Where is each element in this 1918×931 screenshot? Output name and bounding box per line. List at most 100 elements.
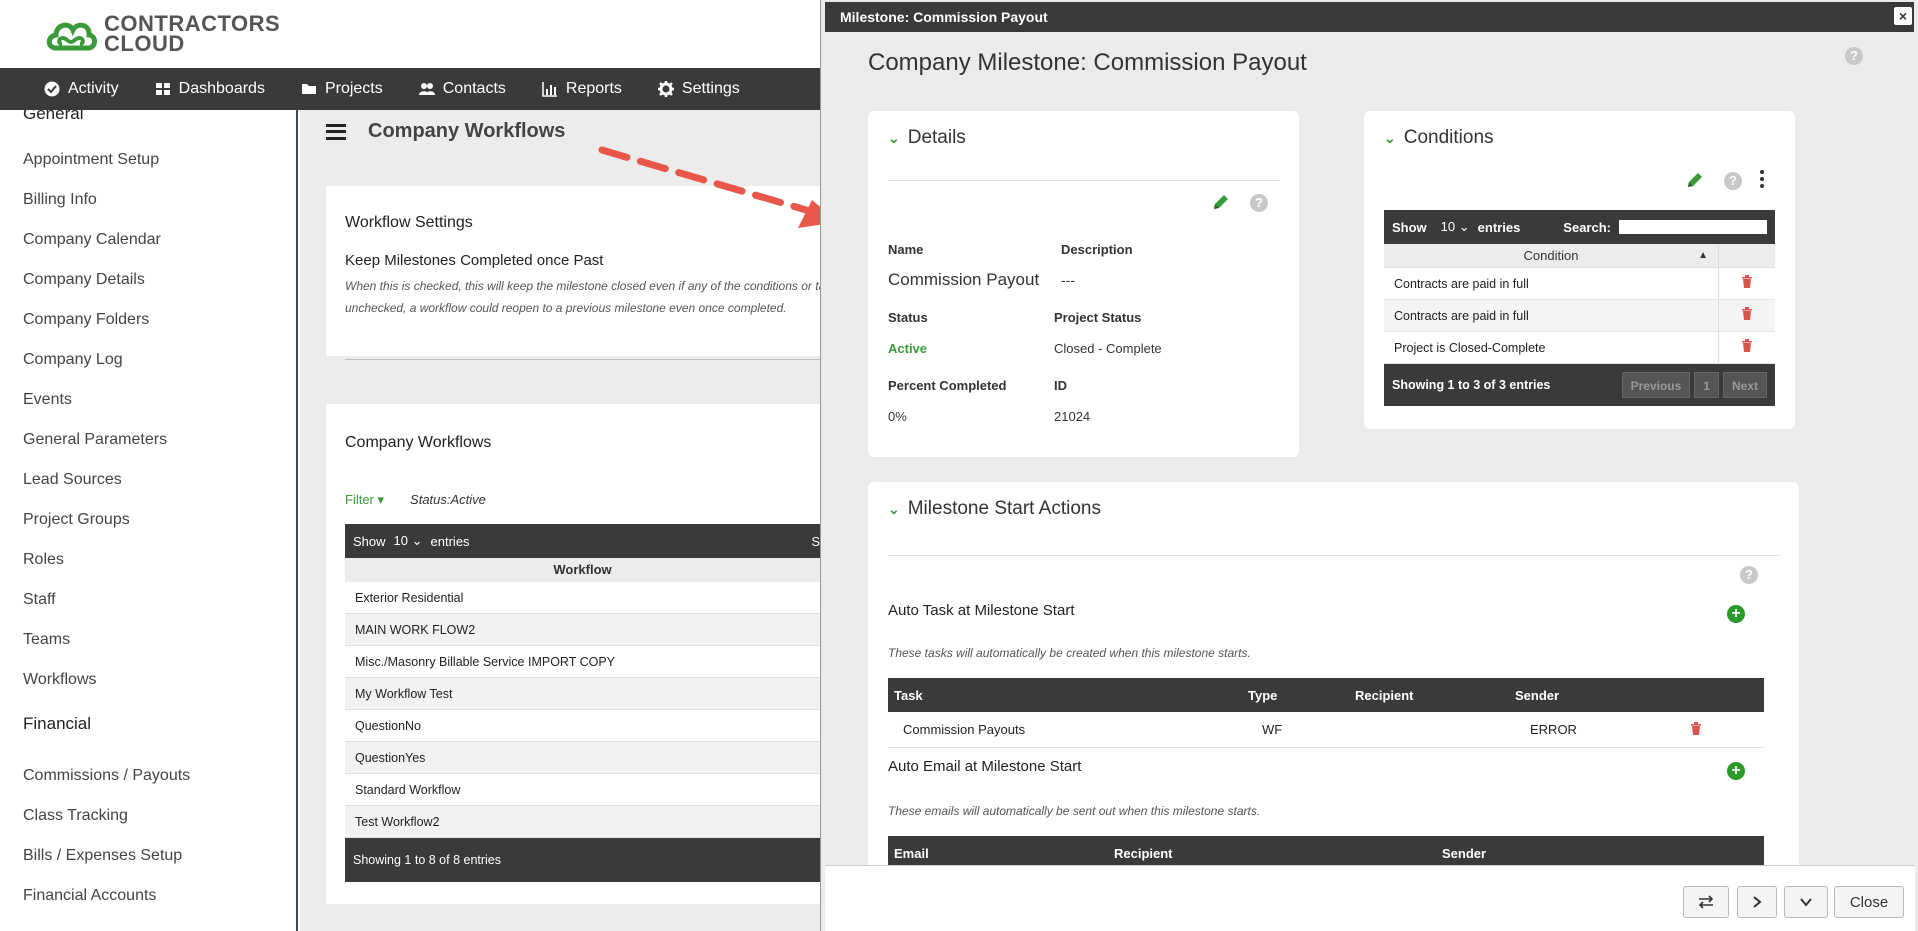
sidebar-item-events[interactable]: Events: [0, 380, 296, 420]
description-value: ---: [1061, 272, 1075, 288]
expand-button[interactable]: [1784, 886, 1828, 918]
modal-title: Milestone: Commission Payout: [840, 9, 1048, 25]
condition-column-header[interactable]: Condition ▲: [1384, 244, 1719, 267]
edit-pencil-icon[interactable]: [1686, 171, 1704, 189]
delete-icon[interactable]: [1719, 300, 1775, 331]
sidebar-item-project-groups[interactable]: Project Groups: [0, 500, 296, 540]
nav-activity-label: Activity: [68, 80, 119, 97]
page-1-button[interactable]: 1: [1694, 372, 1719, 398]
auto-email-heading: Auto Email at Milestone Start: [888, 758, 1082, 775]
page-size-select[interactable]: 10 ⌄: [394, 533, 423, 549]
search-input[interactable]: [1619, 220, 1767, 234]
logo-line2: CLOUD: [104, 31, 185, 56]
table-row[interactable]: Test Workflow2: [345, 806, 820, 838]
nav-reports[interactable]: Reports: [542, 80, 622, 98]
sidebar-item-class-tracking[interactable]: Class Tracking: [0, 796, 296, 836]
nav-projects-label: Projects: [324, 80, 383, 97]
sidebar-item-lead-sources[interactable]: Lead Sources: [0, 460, 296, 500]
chevron-down-icon: ⌄: [411, 533, 423, 548]
table-row[interactable]: Project is Closed-Complete: [1384, 332, 1775, 364]
workflow-column-header[interactable]: Workflow: [345, 558, 820, 582]
email-sender-column-header: Sender: [1442, 845, 1487, 861]
page-size-select[interactable]: 10 ⌄: [1441, 219, 1470, 235]
sort-ascending-icon: ▲: [1698, 250, 1708, 261]
details-title: Details: [907, 127, 966, 148]
close-icon[interactable]: ×: [1894, 7, 1912, 25]
email-column-header: Email: [894, 845, 929, 861]
conditions-table-toolbar: Show 10 ⌄ entries Search:: [1384, 210, 1775, 244]
delete-icon[interactable]: [1719, 268, 1775, 299]
sidebar-item-teams[interactable]: Teams: [0, 620, 296, 660]
description-label: Description: [1061, 242, 1133, 257]
swap-button[interactable]: [1683, 886, 1729, 918]
sidebar-item-financial-accounts[interactable]: Financial Accounts: [0, 876, 296, 916]
sidebar-item-company-log[interactable]: Company Log: [0, 340, 296, 380]
help-icon[interactable]: ?: [1724, 172, 1742, 190]
sidebar-item-company-details[interactable]: Company Details: [0, 260, 296, 300]
delete-icon[interactable]: [1690, 721, 1710, 738]
next-button[interactable]: [1737, 886, 1777, 918]
conditions-toggle[interactable]: ⌄ Conditions: [1384, 127, 1494, 149]
table-row[interactable]: Commission Payouts WF ERROR: [888, 712, 1764, 748]
sidebar-item-billing-info[interactable]: Billing Info: [0, 180, 296, 220]
tasks-table: Task Type Recipient Sender Commission Pa…: [888, 678, 1764, 748]
table-row[interactable]: QuestionYes: [345, 742, 820, 774]
sidebar-item-workflows[interactable]: Workflows: [0, 660, 296, 700]
modal-titlebar: Milestone: Commission Payout ×: [825, 2, 1914, 32]
help-icon[interactable]: ?: [1740, 566, 1758, 584]
sidebar-item-commissions-payouts[interactable]: Commissions / Payouts: [0, 756, 296, 796]
filter-dropdown[interactable]: Filter ▾: [345, 492, 384, 508]
task-type: WF: [1262, 722, 1283, 737]
table-row[interactable]: Contracts are paid in full: [1384, 268, 1775, 300]
contractors-cloud-logo[interactable]: CONTRACTORS CLOUD: [44, 13, 280, 56]
start-actions-toggle[interactable]: ⌄ Milestone Start Actions: [888, 498, 1101, 520]
sidebar-item-roles[interactable]: Roles: [0, 540, 296, 580]
sidebar-item-company-calendar[interactable]: Company Calendar: [0, 220, 296, 260]
hamburger-menu-icon[interactable]: [326, 123, 346, 140]
delete-icon[interactable]: [1719, 332, 1775, 363]
recipient-column-header: Recipient: [1355, 687, 1414, 703]
modal-heading: Company Milestone: Commission Payout: [868, 49, 1307, 76]
next-page-button[interactable]: Next: [1722, 372, 1767, 398]
sidebar-item-staff[interactable]: Staff: [0, 580, 296, 620]
page-size-value: 10: [1440, 219, 1456, 234]
previous-page-button[interactable]: Previous: [1621, 372, 1691, 398]
task-column-header: Task: [894, 687, 923, 703]
folder-icon: [301, 84, 316, 94]
details-panel: ⌄ Details ? Name Description Commission …: [868, 111, 1299, 457]
keep-milestones-label: Keep Milestones Completed once Past: [345, 252, 604, 269]
close-button[interactable]: Close: [1834, 886, 1904, 918]
table-row[interactable]: QuestionNo: [345, 710, 820, 742]
sidebar-item-general-parameters[interactable]: General Parameters: [0, 420, 296, 460]
chevron-down-icon: ⌄: [1384, 129, 1396, 146]
nav-projects[interactable]: Projects: [301, 80, 383, 98]
users-icon: [418, 83, 435, 95]
details-toggle[interactable]: ⌄ Details: [888, 127, 966, 149]
help-icon[interactable]: ?: [1250, 194, 1268, 212]
modal-footer: Close: [825, 865, 1915, 931]
nav-contacts[interactable]: Contacts: [418, 80, 506, 98]
sidebar-item-bills-expenses-setup[interactable]: Bills / Expenses Setup: [0, 836, 296, 876]
entries-label: entries: [430, 533, 470, 549]
nav-dashboards[interactable]: Dashboards: [155, 80, 265, 98]
more-options-icon[interactable]: [1760, 170, 1766, 188]
table-row[interactable]: Standard Workflow: [345, 774, 820, 806]
sidebar-item-appointment-setup[interactable]: Appointment Setup: [0, 140, 296, 180]
table-row[interactable]: Misc./Masonry Billable Service IMPORT CO…: [345, 646, 820, 678]
table-row[interactable]: Exterior Residential: [345, 582, 820, 614]
caret-down-icon: ▾: [377, 492, 385, 507]
table-row[interactable]: MAIN WORK FLOW2: [345, 614, 820, 646]
nav-settings[interactable]: Settings: [657, 80, 740, 98]
cloud-logo-icon: [46, 22, 97, 51]
chevron-down-icon: ⌄: [888, 129, 900, 146]
nav-activity[interactable]: Activity: [44, 80, 119, 98]
table-row[interactable]: My Workflow Test: [345, 678, 820, 710]
help-icon[interactable]: ?: [1845, 47, 1863, 65]
add-email-icon[interactable]: +: [1727, 762, 1745, 780]
edit-pencil-icon[interactable]: [1212, 193, 1230, 211]
table-row[interactable]: Contracts are paid in full: [1384, 300, 1775, 332]
sidebar-item-company-folders[interactable]: Company Folders: [0, 300, 296, 340]
type-column-header: Type: [1248, 687, 1278, 703]
start-actions-panel: ⌄ Milestone Start Actions ? Auto Task at…: [868, 482, 1799, 865]
add-task-icon[interactable]: +: [1727, 605, 1745, 623]
